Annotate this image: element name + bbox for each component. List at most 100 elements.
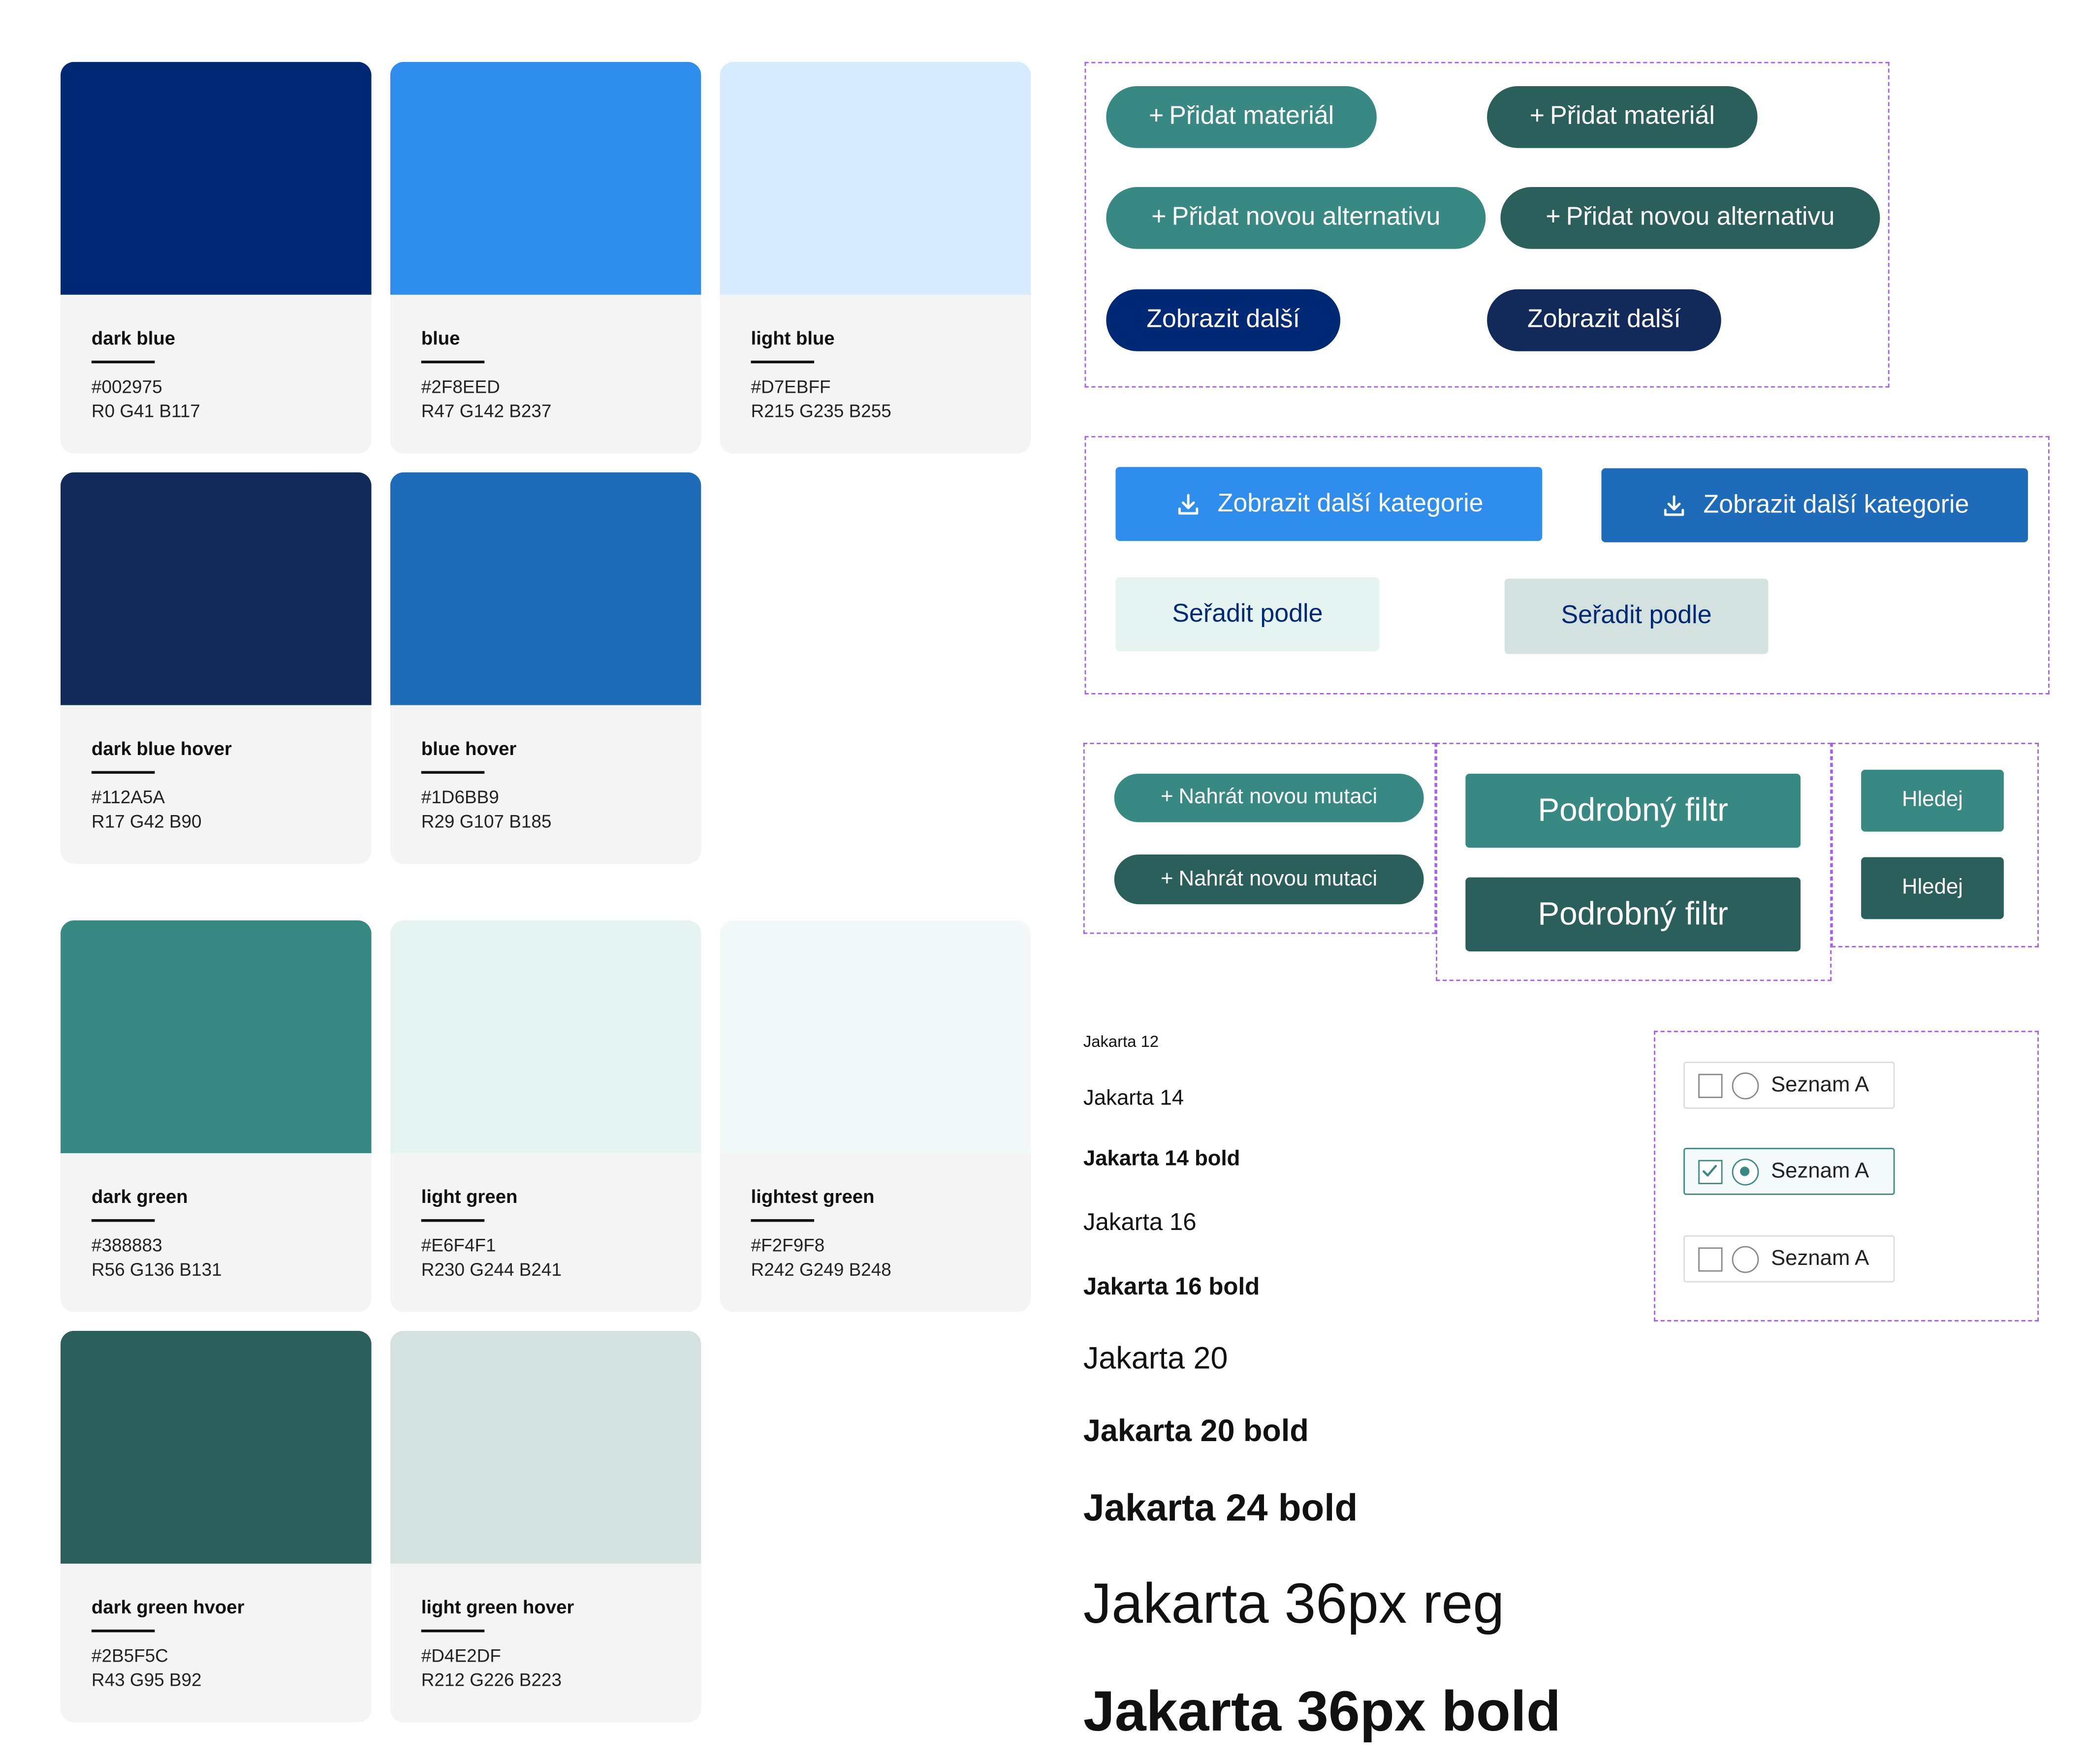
add-material-button[interactable]: + Přidat materiál (1106, 86, 1377, 148)
checkbox[interactable] (1698, 1247, 1723, 1272)
list-option[interactable]: Seznam A (1683, 1062, 1895, 1109)
divider (421, 1219, 485, 1222)
checkmark-icon (1703, 1165, 1717, 1177)
show-categories-button-hover[interactable]: Zobrazit další kategorie (1601, 468, 2028, 542)
swatch-color (390, 62, 701, 295)
swatch-dark-blue-hover: dark blue hover #112A5A R17 G42 B90 (61, 472, 372, 864)
swatch-name: blue (421, 327, 460, 349)
swatch-light-green-hover: light green hover #D4E2DF R212 G226 B223 (390, 1330, 701, 1723)
typography-sample-36-regular: Jakarta 36px reg (1083, 1572, 1505, 1635)
swatch-hex: #1D6BB9 (421, 787, 499, 808)
divider (421, 360, 485, 363)
swatch-name: dark blue hover (91, 737, 232, 759)
swatch-lightest-green: lightest green #F2F9F8 R242 G249 B248 (720, 920, 1031, 1312)
radio-dot-icon (1740, 1166, 1750, 1176)
swatch-dark-green-hover: dark green hvoer #2B5F5C R43 G95 B92 (61, 1330, 372, 1723)
add-alternative-button[interactable]: + Přidat novou alternativu (1106, 187, 1486, 249)
option-label: Seznam A (1770, 1073, 1869, 1097)
typography-sample-36-bold: Jakarta 36px bold (1083, 1679, 1561, 1743)
button-label: Zobrazit další kategorie (1217, 489, 1484, 518)
download-icon (1178, 493, 1198, 514)
checkbox[interactable] (1698, 1073, 1723, 1098)
radio-button-selected[interactable] (1732, 1158, 1759, 1186)
swatch-rgb: R212 G226 B223 (421, 1670, 562, 1690)
swatch-hex: #2B5F5C (91, 1645, 168, 1666)
divider (751, 360, 815, 363)
button-label: Přidat materiál (1169, 102, 1334, 131)
swatch-color (61, 62, 372, 295)
swatch-rgb: R242 G249 B248 (751, 1260, 891, 1280)
show-more-button[interactable]: Zobrazit další (1106, 289, 1341, 351)
swatch-color (61, 1330, 372, 1564)
swatch-name: light green (421, 1185, 518, 1207)
button-label: Seřadit podle (1172, 599, 1323, 628)
swatch-color (720, 62, 1031, 295)
swatch-color (390, 920, 701, 1154)
swatch-rgb: R43 G95 B92 (91, 1670, 202, 1690)
divider (91, 1629, 155, 1632)
button-label: Nahrát novou mutaci (1178, 786, 1378, 809)
swatch-light-blue: light blue #D7EBFF R215 G235 B255 (720, 62, 1031, 454)
button-label: Hledej (1901, 876, 1963, 899)
swatch-name: dark blue (91, 327, 176, 349)
plus-icon: + (1546, 203, 1561, 232)
download-icon (1664, 495, 1684, 515)
divider (91, 771, 155, 773)
show-categories-button[interactable]: Zobrazit další kategorie (1115, 467, 1543, 541)
swatch-rgb: R230 G244 B241 (421, 1260, 562, 1280)
list-option[interactable]: Seznam A (1683, 1235, 1895, 1283)
show-more-button-hover[interactable]: Zobrazit další (1487, 289, 1721, 351)
plus-icon: + (1529, 102, 1545, 131)
sort-button-hover[interactable]: Seřadit podle (1504, 578, 1769, 654)
search-button[interactable]: Hledej (1861, 769, 2004, 832)
swatch-rgb: R17 G42 B90 (91, 811, 202, 832)
divider (751, 1219, 815, 1222)
option-label: Seznam A (1770, 1160, 1869, 1183)
swatch-name: blue hover (421, 737, 517, 759)
add-material-button-hover[interactable]: + Přidat materiál (1487, 86, 1758, 148)
swatch-hex: #F2F9F8 (751, 1235, 825, 1256)
button-label: Zobrazit další (1527, 305, 1681, 334)
swatch-color (390, 1330, 701, 1564)
swatch-hex: #112A5A (91, 787, 165, 808)
plus-icon: + (1148, 102, 1164, 131)
swatch-name: lightest green (751, 1185, 875, 1207)
swatch-hex: #2F8EED (421, 377, 500, 397)
button-label: Přidat novou alternativu (1171, 203, 1441, 232)
swatch-color (720, 920, 1031, 1154)
list-option-selected[interactable]: Seznam A (1683, 1148, 1895, 1195)
button-label: Zobrazit další (1146, 305, 1300, 334)
typography-sample-16-bold: Jakarta 16 bold (1083, 1273, 1260, 1300)
typography-sample-20-bold: Jakarta 20 bold (1083, 1413, 1309, 1448)
plus-icon: + (1161, 867, 1173, 890)
swatch-hex: #D7EBFF (751, 377, 831, 397)
sort-button[interactable]: Seřadit podle (1115, 577, 1380, 652)
detailed-filter-button[interactable]: Podrobný filtr (1465, 774, 1801, 848)
upload-mutation-button[interactable]: + Nahrát novou mutaci (1114, 774, 1424, 822)
swatch-light-green: light green #E6F4F1 R230 G244 B241 (390, 920, 701, 1312)
typography-sample-14-bold: Jakarta 14 bold (1083, 1148, 1240, 1171)
button-label: Přidat materiál (1550, 102, 1715, 131)
swatch-blue-hover: blue hover #1D6BB9 R29 G107 B185 (390, 472, 701, 864)
detailed-filter-button-hover[interactable]: Podrobný filtr (1465, 877, 1801, 951)
swatch-rgb: R215 G235 B255 (751, 401, 891, 421)
typography-sample-20: Jakarta 20 (1083, 1340, 1228, 1376)
swatch-rgb: R56 G136 B131 (91, 1260, 222, 1280)
search-button-hover[interactable]: Hledej (1861, 857, 2004, 919)
upload-mutation-button-hover[interactable]: + Nahrát novou mutaci (1114, 854, 1424, 905)
radio-button[interactable] (1732, 1072, 1759, 1100)
swatch-hex: #E6F4F1 (421, 1235, 496, 1256)
typography-sample-14: Jakarta 14 (1083, 1087, 1184, 1110)
swatch-hex: #D4E2DF (421, 1645, 501, 1666)
swatch-name: light blue (751, 327, 835, 349)
plus-icon: + (1161, 786, 1173, 809)
add-alternative-button-hover[interactable]: + Přidat novou alternativu (1500, 187, 1880, 249)
divider (91, 1219, 155, 1222)
swatch-rgb: R47 G142 B237 (421, 401, 552, 421)
radio-button[interactable] (1732, 1246, 1759, 1273)
checkbox-checked[interactable] (1698, 1160, 1723, 1184)
button-label: Nahrát novou mutaci (1178, 867, 1378, 890)
divider (421, 771, 485, 773)
button-label: Seřadit podle (1561, 601, 1712, 630)
swatch-color (61, 920, 372, 1154)
